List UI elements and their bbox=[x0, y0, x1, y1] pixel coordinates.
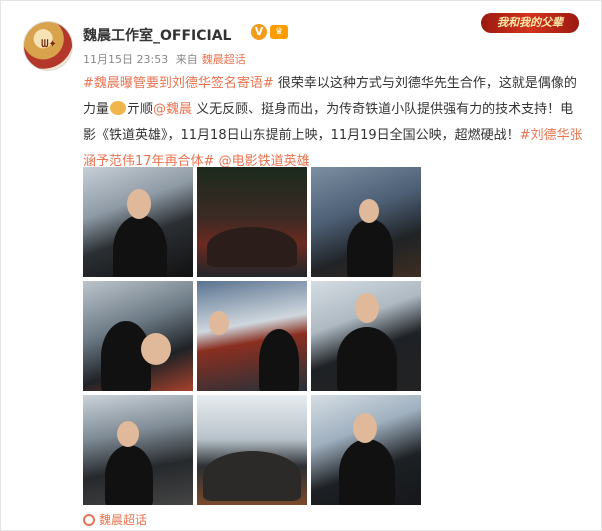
topic-icon bbox=[83, 514, 95, 526]
person-figure bbox=[339, 439, 395, 505]
person-head bbox=[117, 421, 139, 447]
group-figure bbox=[203, 451, 301, 501]
photo-thumbnail-5[interactable] bbox=[197, 281, 307, 391]
author-name[interactable]: 魏晨工作室_OFFICIAL bbox=[83, 25, 231, 45]
avatar-logo: ᗯ✦ bbox=[41, 39, 57, 50]
source-prefix: 来自 bbox=[175, 53, 198, 66]
source-link[interactable]: 魏晨超话 bbox=[202, 53, 246, 66]
weibo-post-card: ᗯ✦ 魏晨工作室_OFFICIAL V ♛ 11月15日 23:53 来自 魏晨超… bbox=[0, 0, 602, 531]
photo-thumbnail-1[interactable] bbox=[83, 167, 193, 277]
person-figure bbox=[347, 219, 393, 277]
person-head bbox=[353, 413, 377, 443]
footer-topic-label: 魏晨超话 bbox=[99, 513, 148, 527]
person-head bbox=[127, 189, 151, 219]
post-time[interactable]: 11月15日 23:53 bbox=[83, 53, 168, 66]
promo-banner[interactable]: 我和我的父辈 bbox=[481, 13, 579, 33]
person-figure bbox=[259, 329, 299, 391]
photo-thumbnail-6[interactable] bbox=[311, 281, 421, 391]
person-figure bbox=[105, 445, 153, 505]
post-meta: 11月15日 23:53 来自 魏晨超话 bbox=[83, 51, 250, 67]
photo-thumbnail-2[interactable] bbox=[197, 167, 307, 277]
avatar[interactable]: ᗯ✦ bbox=[23, 21, 73, 71]
person-head bbox=[141, 333, 171, 365]
text-segment: 亓顺 bbox=[127, 102, 154, 117]
photo-thumbnail-8[interactable] bbox=[197, 395, 307, 505]
photo-thumbnail-4[interactable] bbox=[83, 281, 193, 391]
person-head bbox=[359, 199, 379, 223]
photo-thumbnail-3[interactable] bbox=[311, 167, 421, 277]
vip-crown-icon: ♛ bbox=[270, 25, 288, 39]
person-figure bbox=[113, 215, 167, 277]
mention-link[interactable]: @魏晨 bbox=[153, 102, 192, 117]
photo-thumbnail-9[interactable] bbox=[311, 395, 421, 505]
group-figure bbox=[207, 227, 297, 267]
topic-footer-link[interactable]: 魏晨超话 bbox=[83, 511, 147, 528]
verified-badge-icon: V bbox=[251, 24, 267, 40]
person-figure bbox=[337, 327, 397, 391]
person-head bbox=[355, 293, 379, 323]
photo-thumbnail-7[interactable] bbox=[83, 395, 193, 505]
hashtag-link[interactable]: #魏晨曝管要到刘德华签名寄语# bbox=[83, 76, 274, 91]
post-text: #魏晨曝管要到刘德华签名寄语# 很荣幸以这种方式与刘德华先生合作，这就是偶像的力… bbox=[83, 71, 583, 175]
emoji-icon bbox=[110, 101, 127, 115]
person-head bbox=[209, 311, 229, 335]
